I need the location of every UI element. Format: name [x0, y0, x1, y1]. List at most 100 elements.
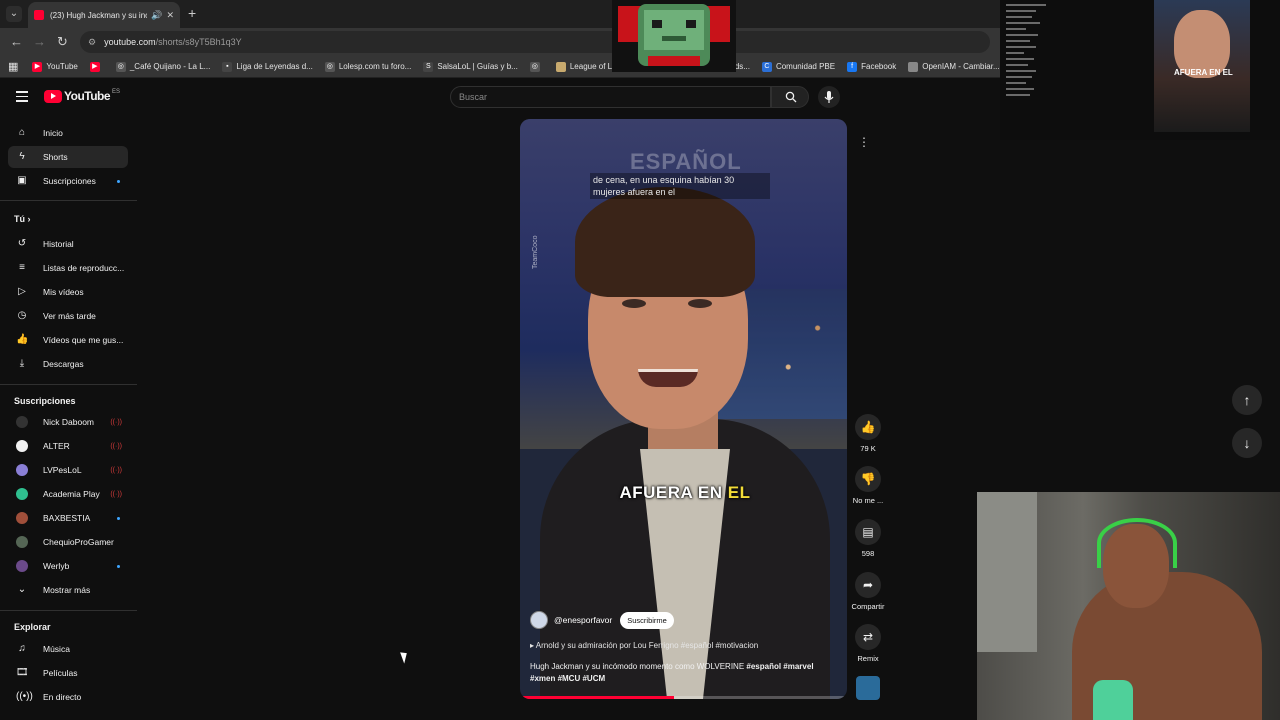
- channel-avatar: [16, 440, 28, 452]
- home-icon: ⌂: [18, 127, 26, 138]
- playlists-icon: ≡: [19, 262, 25, 273]
- bookmark-item[interactable]: f Facebook: [847, 61, 896, 72]
- sidebar-sub-chequioprogamer[interactable]: ChequioProGamer: [8, 531, 128, 553]
- history-icon: ↺: [17, 238, 27, 249]
- sidebar-explore-heading: Explorar: [14, 622, 51, 632]
- video-description[interactable]: Hugh Jackman y su incómodo momento como …: [530, 661, 830, 685]
- voice-search-button[interactable]: [818, 86, 840, 108]
- comment-icon: ▤: [855, 519, 881, 545]
- hamburger-menu-icon[interactable]: [16, 91, 28, 105]
- shorts-player[interactable]: ESPAÑOL de cena, en una esquina habían 3…: [520, 119, 847, 699]
- thumbs-up-icon: 👍: [855, 414, 881, 440]
- sidebar-item-descargas[interactable]: ⤓ Descargas: [8, 353, 128, 375]
- sidebar-sub-academia-play[interactable]: Academia Play ((·)): [8, 483, 128, 505]
- site-info-icon[interactable]: ⚙: [88, 37, 96, 48]
- remix-icon: ⇄: [855, 624, 881, 650]
- sidebar-item-historial[interactable]: ↺ Historial: [8, 233, 128, 255]
- remix-button[interactable]: ⇄ Remix: [848, 624, 888, 663]
- address-bar[interactable]: ⚙ youtube.com/shorts/s8yT5Bh1q3Y: [80, 31, 990, 53]
- bookmark-item[interactable]: C Comunidad PBE: [761, 61, 835, 72]
- bookmark-item[interactable]: OpenIAM - Cambiar...: [908, 61, 1000, 72]
- live-indicator-icon: ((·)): [110, 466, 122, 474]
- stream-mini-panel: AFUERA EN EL: [1000, 0, 1280, 140]
- new-content-dot: [117, 564, 120, 568]
- facebook-icon: f: [847, 61, 858, 72]
- sidebar-item-en-directo[interactable]: ((•)) En directo: [8, 686, 128, 708]
- webcam-overlay: [977, 492, 1280, 720]
- previous-short-arrow-icon[interactable]: ↑: [1232, 385, 1262, 415]
- sidebar-item-videos-gustados[interactable]: 👍 Vídeos que me gus...: [8, 329, 128, 351]
- apps-grid-icon[interactable]: ▦: [8, 60, 18, 73]
- search-button[interactable]: [771, 86, 809, 108]
- my-videos-icon: ▷: [18, 286, 26, 297]
- download-icon: ⤓: [19, 358, 25, 369]
- bookmark-item[interactable]: ◎ _Café Quijano - La L...: [115, 61, 210, 72]
- sidebar-sub-nick-daboom[interactable]: Nick Daboom ((·)): [8, 411, 128, 433]
- video-progress-bar[interactable]: [520, 696, 847, 699]
- speaker-icon[interactable]: 🔊: [151, 10, 162, 21]
- video-progress-fill: [520, 696, 674, 699]
- bookmark-item[interactable]: ▪ Liga de Leyendas d...: [222, 61, 313, 72]
- site-icon: S: [423, 61, 434, 72]
- sidebar-sub-alter[interactable]: ALTER ((·)): [8, 435, 128, 457]
- browser-tab-active[interactable]: (23) Hugh Jackman y su inc 🔊 ✕: [28, 2, 180, 28]
- related-video-link[interactable]: ▸ Arnold y su admiración por Lou Ferrign…: [530, 641, 758, 650]
- site-icon: [908, 61, 919, 72]
- sidebar-item-musica[interactable]: ♫ Música: [8, 638, 128, 660]
- sidebar-item-mis-videos[interactable]: ▷ Mis vídeos: [8, 281, 128, 303]
- live-icon: ((•)): [16, 691, 33, 702]
- bookmark-item[interactable]: ▶: [89, 61, 104, 72]
- watch-later-icon: ◷: [17, 310, 27, 321]
- more-options-icon[interactable]: ⋮: [852, 131, 876, 155]
- reload-icon[interactable]: ↻: [57, 34, 68, 50]
- live-indicator-icon: ((·)): [110, 418, 122, 426]
- audio-source-thumbnail[interactable]: [856, 676, 880, 700]
- next-short-arrow-icon[interactable]: ↓: [1232, 428, 1262, 458]
- new-tab-button[interactable]: +: [188, 5, 196, 21]
- bookmark-item[interactable]: ◎: [529, 61, 544, 72]
- channel-row: @enesporfavor Suscribirme: [530, 611, 674, 629]
- channel-avatar: [16, 416, 28, 428]
- share-button[interactable]: ➦ Compartir: [848, 572, 888, 611]
- globe-icon: ◎: [115, 61, 126, 72]
- sidebar-item-inicio[interactable]: ⌂ Inicio: [8, 122, 128, 144]
- sidebar-item-ver-mas-tarde[interactable]: ◷ Ver más tarde: [8, 305, 128, 327]
- sidebar-item-peliculas[interactable]: 🎞 Películas: [8, 662, 128, 684]
- search-input[interactable]: Buscar: [450, 86, 771, 108]
- mouse-cursor-icon: [400, 650, 410, 664]
- channel-avatar: [16, 560, 28, 572]
- sidebar-sub-lvpeslol[interactable]: LVPesLoL ((·)): [8, 459, 128, 481]
- liked-icon: 👍: [16, 334, 29, 345]
- url-path: /shorts/s8yT5Bh1q3Y: [155, 37, 242, 47]
- site-icon: ▪: [222, 61, 233, 72]
- live-indicator-icon: ((·)): [110, 442, 122, 450]
- subscribe-button[interactable]: Suscribirme: [620, 611, 674, 629]
- forward-arrow-icon[interactable]: →: [33, 34, 46, 49]
- like-button[interactable]: 👍 79 K: [848, 414, 888, 453]
- tab-search-button[interactable]: ⌄: [6, 6, 22, 22]
- youtube-logo[interactable]: YouTube ES: [44, 89, 120, 103]
- new-content-dot: [117, 179, 120, 183]
- sidebar-item-shorts[interactable]: ϟ Shorts: [8, 146, 128, 168]
- back-arrow-icon[interactable]: ←: [10, 34, 23, 49]
- sidebar-show-more[interactable]: ⌄ Mostrar más: [8, 579, 128, 601]
- sidebar-sub-werlyb[interactable]: Werlyb: [8, 555, 128, 577]
- lol-icon: [555, 61, 566, 72]
- mini-chat-lines: [1006, 4, 1046, 100]
- channel-avatar[interactable]: [530, 611, 548, 629]
- sidebar-sub-baxbestia[interactable]: BAXBESTIA: [8, 507, 128, 529]
- bookmark-item[interactable]: ▶ YouTube: [32, 61, 78, 72]
- shorts-icon: ϟ: [19, 151, 25, 162]
- sidebar-you-heading[interactable]: Tú ›: [14, 214, 31, 224]
- youtube-favicon-icon: [34, 10, 44, 20]
- dislike-button[interactable]: 👎 No me ...: [848, 466, 888, 505]
- bookmark-item[interactable]: ◎ Lolesp.com tu foro...: [324, 61, 411, 72]
- sidebar-divider: [0, 384, 137, 385]
- bookmark-item[interactable]: S SalsaLoL | Guías y b...: [423, 61, 518, 72]
- sidebar-item-suscripciones[interactable]: ▣ Suscripciones: [8, 170, 128, 192]
- close-tab-icon[interactable]: ✕: [166, 10, 174, 21]
- channel-avatar: [16, 512, 28, 524]
- channel-name[interactable]: @enesporfavor: [554, 615, 612, 625]
- comments-button[interactable]: ▤ 598: [848, 519, 888, 558]
- sidebar-item-listas[interactable]: ≡ Listas de reproducc...: [8, 257, 128, 279]
